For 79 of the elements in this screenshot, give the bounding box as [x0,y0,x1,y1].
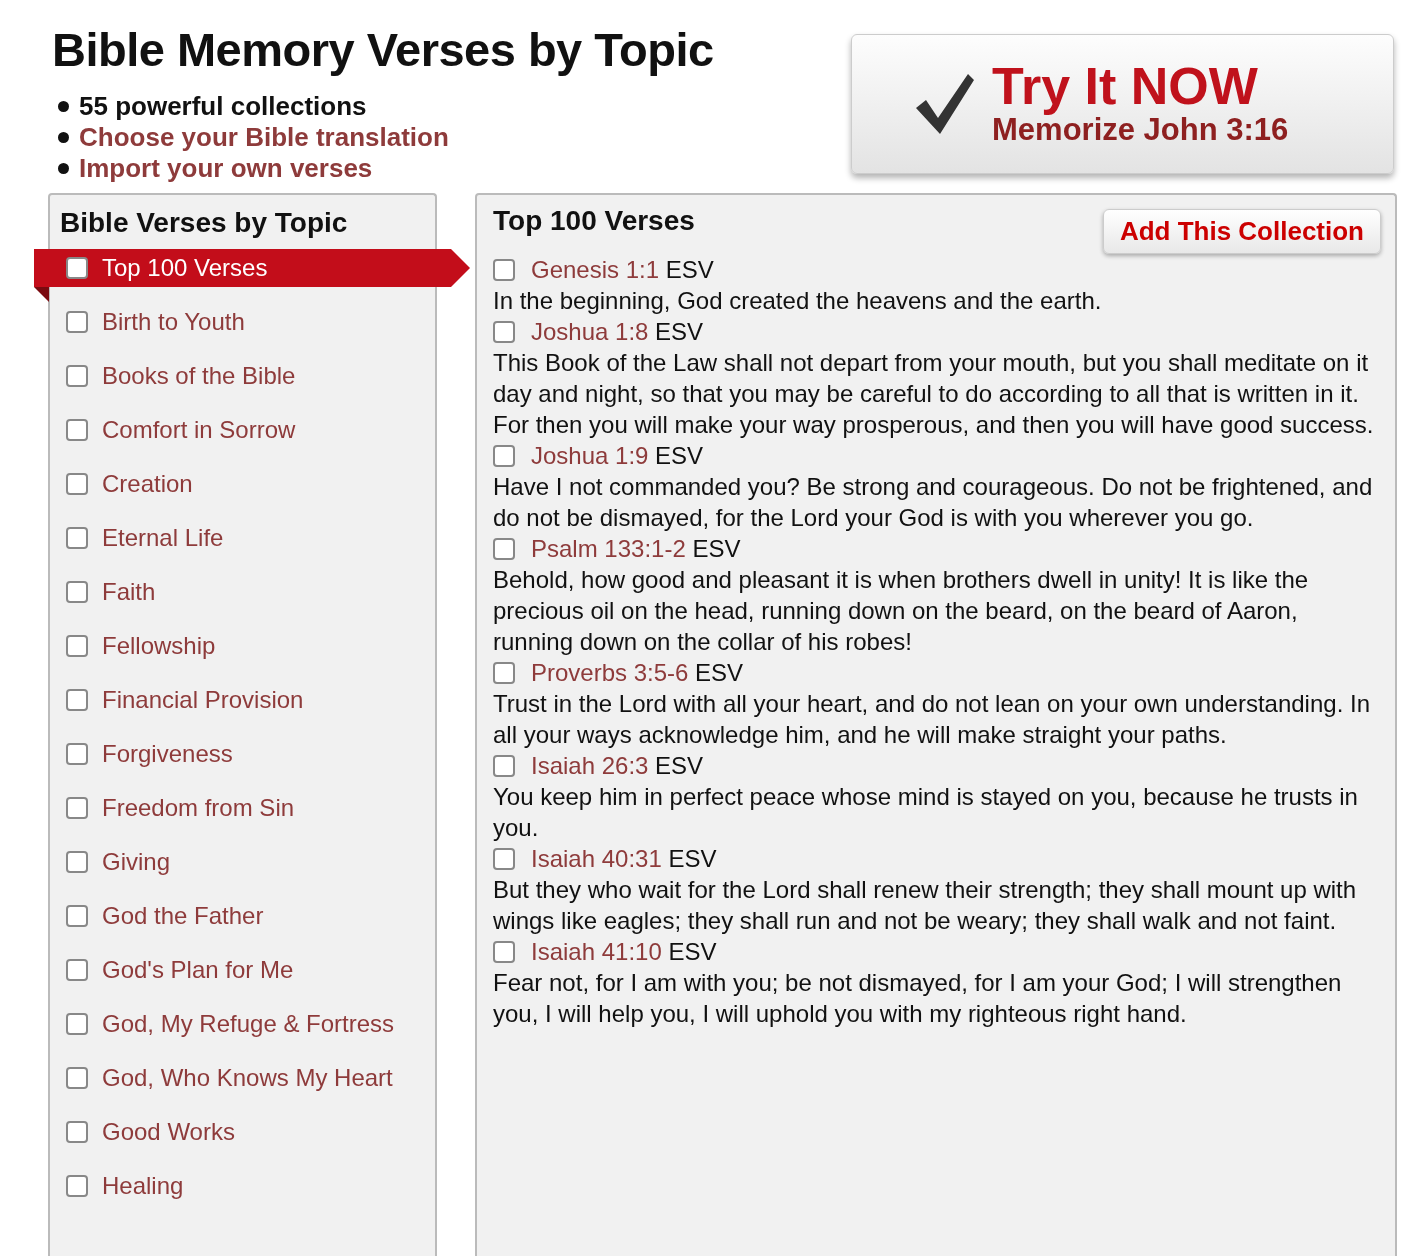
translation-label: ESV [655,751,704,779]
checkbox[interactable] [66,1067,88,1089]
checkbox[interactable] [66,689,88,711]
page-title: Bible Memory Verses by Topic [52,22,714,77]
checkbox[interactable] [66,635,88,657]
topic-item[interactable]: Faith [50,565,435,619]
checkbox[interactable] [493,754,515,777]
topic-item[interactable]: God, My Refuge & Fortress [50,997,435,1051]
verse-text: In the beginning, God created the heavens and the earth. [493,286,1103,316]
verse-reference-link[interactable]: Joshua 1:9 [531,441,649,469]
verse-text: But they who wait for the Lord shall renew their strength; they shall mount up with wings like eagles; they shall run and not be weary; they shall walk and not faint. [493,875,1358,936]
checkbox[interactable] [493,537,515,560]
add-collection-button[interactable]: Add This Collection [1102,209,1381,254]
checkbox[interactable] [493,258,515,281]
checkbox[interactable] [66,257,88,279]
topic-item[interactable]: Financial Provision [50,673,435,727]
topic-item[interactable]: Freedom from Sin [50,781,435,835]
panel-title: Bible Verses by Topic [59,207,349,239]
verse-text: Behold, how good and pleasant it is when brothers dwell in unity! It is like the precious oil on the head, running down on the beard, on the beard of Aaron, running down on the collar of his robes! [493,565,1310,657]
topic-item[interactable]: God the Father [50,889,435,943]
checkbox[interactable] [66,905,88,927]
checkbox[interactable] [66,1121,88,1143]
checkbox[interactable] [493,444,515,467]
verse-text: Have I not commanded you? Be strong and courageous. Do not be frightened, and do not be dismayed, for the Lord your God is with you wherever you go. [493,472,1374,533]
topic-item[interactable]: Forgiveness [50,727,435,781]
checkbox[interactable] [66,743,88,765]
checkbox[interactable] [66,311,88,333]
topic-item[interactable]: God, Who Knows My Heart [50,1051,435,1105]
topic-item[interactable]: Eternal Life [50,511,435,565]
translation-label: ESV [668,937,717,965]
verse-reference-link[interactable]: Isaiah 40:31 [531,844,662,872]
verse-reference-link[interactable]: Genesis 1:1 [531,255,660,283]
checkbox[interactable] [66,851,88,873]
checkbox[interactable] [66,1013,88,1035]
checkbox[interactable] [493,661,515,684]
translation-label: ESV [668,844,717,872]
verse-reference-link[interactable]: Isaiah 26:3 [531,751,649,779]
verse-reference-link[interactable]: Psalm 133:1-2 [531,534,686,562]
try-it-now-button[interactable]: Try It NOW Memorize John 3:16 [851,34,1394,174]
verse-text: You keep him in perfect peace whose mind is stayed on you, because he trusts in you. [493,782,1359,843]
topic-item[interactable]: Birth to Youth [50,295,435,349]
translation-label: ESV [655,317,704,345]
checkbox[interactable] [66,419,88,441]
checkbox[interactable] [493,940,515,963]
collection-title: Top 100 Verses [493,205,695,237]
checkbox[interactable] [66,581,88,603]
feature-text: 55 powerful collections [79,91,367,122]
feature-link[interactable]: Import your own verses [79,153,373,184]
verse-text: Trust in the Lord with all your heart, and do not lean on your own understanding. In all your ways acknowledge him, and he will make straight your paths. [493,689,1371,750]
topic-item[interactable]: Good Works [50,1105,435,1159]
checkbox[interactable] [66,527,88,549]
topic-item[interactable]: Books of the Bible [50,349,435,403]
translation-label: ESV [695,658,744,686]
topic-item[interactable]: Healing [50,1159,435,1213]
translation-label: ESV [665,255,714,283]
topic-item[interactable]: Giving [50,835,435,889]
checkbox[interactable] [66,959,88,981]
checkmark-icon [914,72,976,136]
topic-item[interactable]: Comfort in Sorrow [50,403,435,457]
checkbox[interactable] [66,365,88,387]
translation-label: ESV [655,441,704,469]
checkbox[interactable] [493,847,515,870]
topic-item[interactable]: Fellowship [50,619,435,673]
bullet-icon [58,163,69,174]
verse-text: Fear not, for I am with you; be not dismayed, for I am your God; I will strengthen you, I will help you, I will uphold you with my righteous right hand. [493,968,1343,1029]
topic-item[interactable]: Creation [50,457,435,511]
checkbox[interactable] [493,320,515,343]
checkbox[interactable] [66,473,88,495]
feature-link[interactable]: Choose your Bible translation [79,122,449,153]
verse-reference-link[interactable]: Isaiah 41:10 [531,937,662,965]
checkbox[interactable] [66,797,88,819]
verse-reference-link[interactable]: Joshua 1:8 [531,317,649,345]
translation-label: ESV [692,534,741,562]
verse-text: This Book of the Law shall not depart from your mouth, but you shall meditate on it day and night, so that you may be careful to do according to all that is written in it. For then you will make your way prosperous, and then you will have good success. [493,348,1375,440]
verse-reference-link[interactable]: Proverbs 3:5-6 [531,658,689,686]
checkbox[interactable] [66,1175,88,1197]
topic-item[interactable]: God's Plan for Me [50,943,435,997]
bullet-icon [58,132,69,143]
bullet-icon [58,101,69,112]
